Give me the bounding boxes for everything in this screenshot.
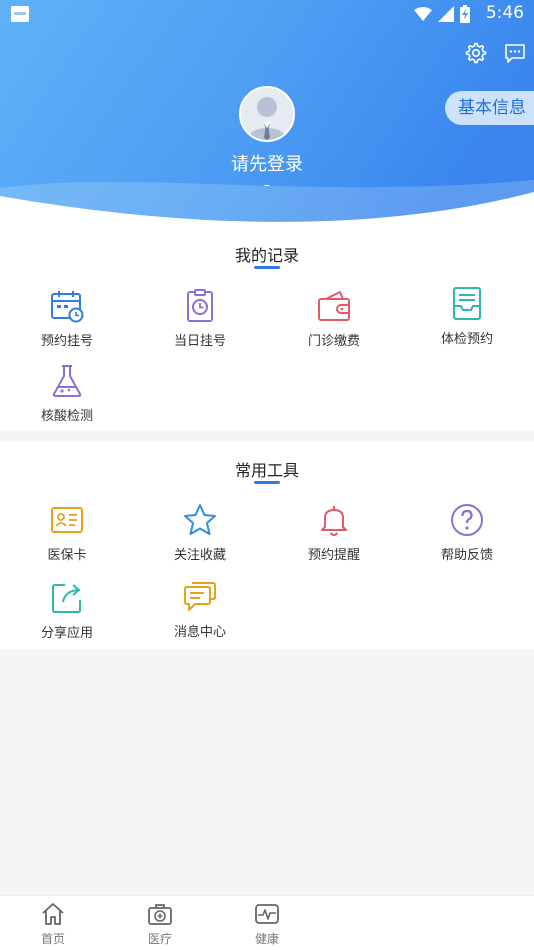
record-item-label: 体检预约 [440,332,493,347]
share-icon [52,584,81,613]
status-time: 5:46 [485,3,524,23]
chat-icon [505,44,525,63]
record-item-label: 门诊缴费 [307,334,360,349]
flask-icon [52,365,82,397]
record-item-same-day[interactable]: 当日挂号 [133,288,267,354]
notification-icon [11,6,29,22]
calendar-clock-icon [51,291,84,323]
record-item-label: 预约挂号 [40,334,93,349]
messages-button[interactable] [503,41,527,65]
profile-header: 5:46 请先登录 – 基本信息 [0,0,534,235]
record-item-label: 核酸检测 [40,409,93,424]
nav-item-health[interactable]: 健康 [240,902,294,948]
nav-label: 医疗 [147,932,172,946]
tool-item-label: 关注收藏 [173,548,226,563]
nav-label: 首页 [40,932,65,946]
status-icons [414,5,470,23]
gear-icon [465,42,487,64]
tool-item-label: 预约提醒 [307,548,360,563]
tool-item-label: 医保卡 [47,548,87,563]
heart-monitor-icon [255,904,279,924]
wallet-icon [318,291,350,321]
login-subtitle: – [263,178,271,193]
home-icon [42,903,64,925]
bottom-navigation: 首页 医疗 健康 [0,895,534,950]
clipboard-clock-icon [187,289,213,322]
basic-info-button[interactable]: 基本信息 [445,91,534,125]
user-avatar-icon [241,88,293,140]
record-item-checkup[interactable]: 体检预约 [400,286,534,352]
title-underline [254,266,280,269]
medical-kit-icon [148,904,172,925]
id-card-icon [51,507,83,533]
login-prompt[interactable]: 请先登录 [0,150,534,176]
tool-item-insurance-card[interactable]: 医保卡 [0,502,134,568]
tool-item-reminder[interactable]: 预约提醒 [267,502,401,568]
tool-item-share-app[interactable]: 分享应用 [0,580,134,646]
wifi-icon [414,7,432,21]
nav-label: 健康 [254,932,279,946]
tool-item-message-center[interactable]: 消息中心 [133,579,267,645]
tool-item-favorites[interactable]: 关注收藏 [133,502,267,568]
bell-icon [321,506,347,536]
record-item-nucleic-test[interactable]: 核酸检测 [0,363,134,429]
tool-item-label: 分享应用 [40,626,93,641]
nav-item-home[interactable]: 首页 [26,902,80,948]
record-item-payment[interactable]: 门诊缴费 [267,288,401,354]
tool-item-label: 消息中心 [173,625,226,640]
signal-icon [438,6,454,22]
record-item-label: 当日挂号 [173,334,226,349]
tool-item-help-feedback[interactable]: 帮助反馈 [400,502,534,568]
common-tools-section: 常用工具 医保卡 关注收藏 预约提醒 帮助反馈 分享应用 消息中心 [0,441,534,649]
section-title: 我的记录 [234,246,299,265]
settings-button[interactable] [464,41,488,65]
title-underline [254,481,280,484]
tool-item-label: 帮助反馈 [440,548,493,563]
tray-check-icon [453,287,481,320]
star-icon [184,504,216,535]
status-bar: 5:46 [0,0,534,28]
my-records-section: 我的记录 预约挂号 当日挂号 门诊缴费 体检预约 核酸检测 [0,228,534,431]
nav-item-medical[interactable]: 医疗 [133,902,187,948]
battery-icon [460,5,470,23]
message-icon [184,582,216,611]
section-title: 常用工具 [234,461,299,480]
user-avatar[interactable] [239,86,295,142]
record-item-appointment[interactable]: 预约挂号 [0,288,134,354]
help-circle-icon [451,504,483,536]
